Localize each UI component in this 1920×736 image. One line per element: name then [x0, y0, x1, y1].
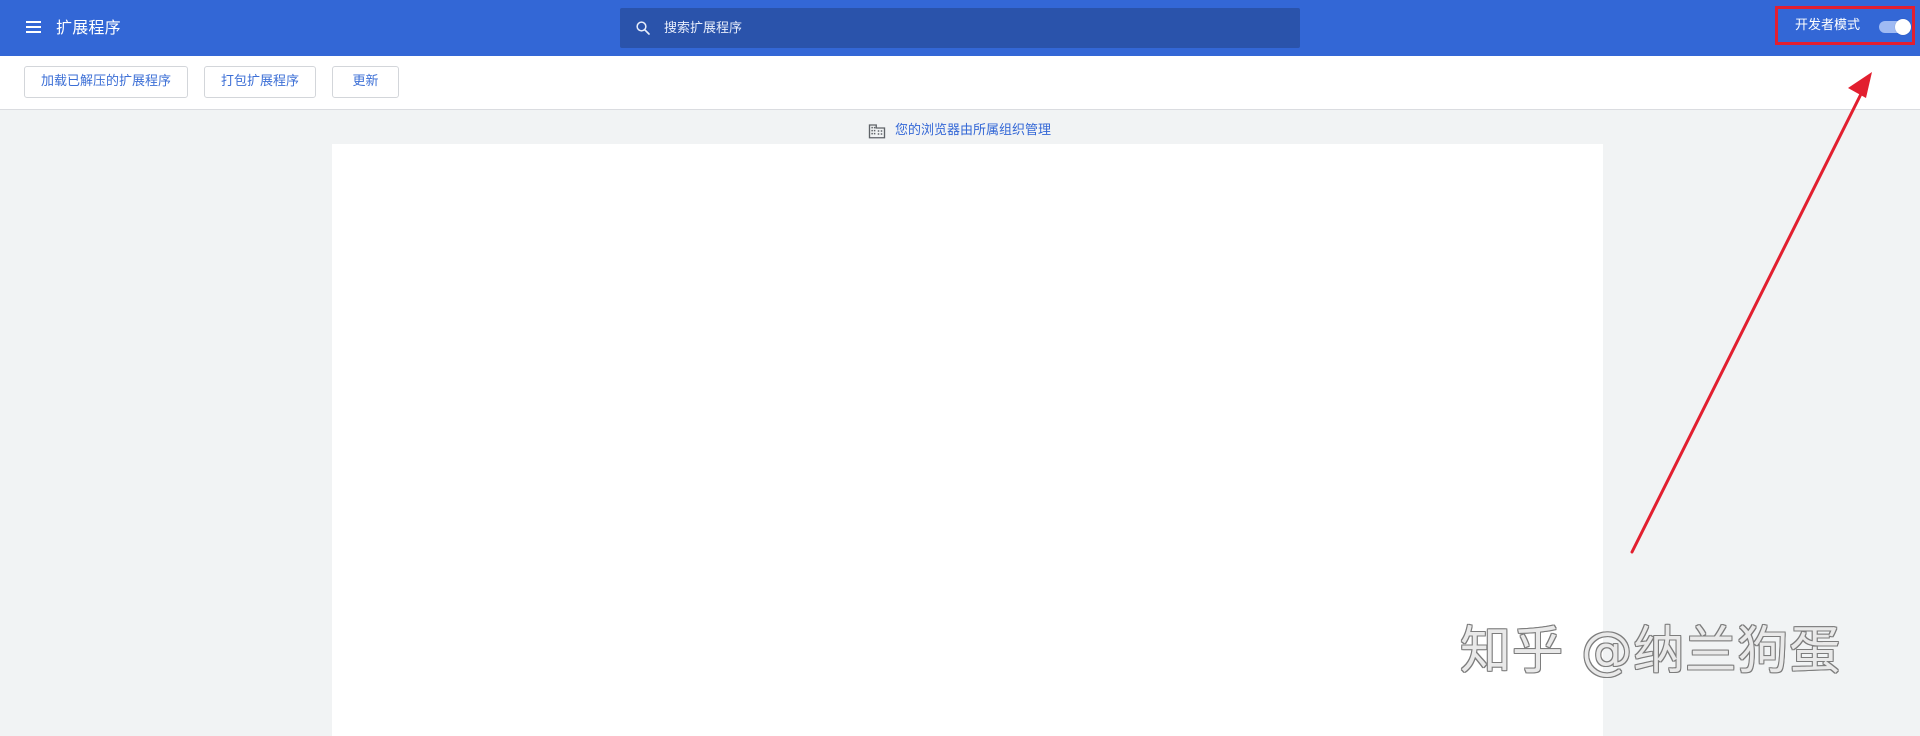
- search-input[interactable]: [664, 8, 1284, 48]
- developer-mode-toggle[interactable]: [1879, 19, 1911, 35]
- toggle-knob: [1895, 19, 1911, 35]
- extensions-content-panel: [332, 144, 1603, 736]
- hamburger-menu-icon[interactable]: [20, 16, 46, 40]
- developer-mode-label: 开发者模式: [1795, 18, 1861, 33]
- search-icon: [636, 21, 650, 35]
- managed-browser-link[interactable]: 您的浏览器由所属组织管理: [895, 122, 1051, 140]
- developer-mode-highlight-box: 开发者模式: [1775, 6, 1915, 45]
- page-title: 扩展程序: [56, 18, 121, 37]
- watermark-text: 知乎 @纳兰狗蛋: [1460, 622, 1842, 681]
- top-header: 扩展程序 开发者模式: [0, 0, 1920, 56]
- red-arrow-icon: [1630, 72, 1872, 554]
- load-unpacked-button[interactable]: 加载已解压的扩展程序: [24, 66, 188, 98]
- search-box[interactable]: [620, 8, 1300, 48]
- building-icon: [868, 124, 886, 139]
- pack-extension-button[interactable]: 打包扩展程序: [204, 66, 316, 98]
- update-button[interactable]: 更新: [332, 66, 399, 98]
